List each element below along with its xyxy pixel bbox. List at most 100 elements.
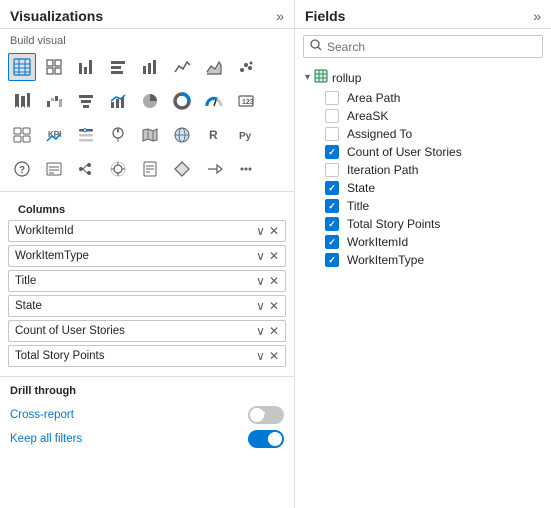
viz-grid-row4: ? [0, 153, 294, 187]
funnel-viz-icon[interactable] [72, 87, 100, 115]
rollup-group-name: rollup [332, 71, 361, 85]
column-item[interactable]: Count of User Stories ∨ ✕ [8, 320, 286, 342]
field-checkbox[interactable] [325, 145, 339, 159]
field-checkbox[interactable] [325, 109, 339, 123]
column-chevron-icon[interactable]: ∨ [256, 274, 265, 288]
field-checkbox[interactable] [325, 235, 339, 249]
column-chevron-icon[interactable]: ∨ [256, 224, 265, 238]
field-item[interactable]: AreaSK [303, 107, 543, 125]
drill-section: Drill through Cross-report Off Keep all … [0, 376, 294, 455]
column-remove-icon[interactable]: ✕ [269, 299, 279, 313]
line-viz-icon[interactable] [168, 53, 196, 81]
decomp-tree-viz-icon[interactable] [72, 155, 100, 183]
field-item[interactable]: Assigned To [303, 125, 543, 143]
combo-viz-icon[interactable] [104, 87, 132, 115]
paginated-report-viz-icon[interactable] [136, 155, 164, 183]
field-item[interactable]: Total Story Points [303, 215, 543, 233]
card-viz-icon[interactable]: 123 [232, 87, 260, 115]
waterfall-viz-icon[interactable] [40, 87, 68, 115]
matrix-viz-icon[interactable] [40, 53, 68, 81]
field-checkbox[interactable] [325, 163, 339, 177]
py-viz-icon[interactable]: Py [232, 121, 260, 149]
field-checkbox[interactable] [325, 217, 339, 231]
column-item[interactable]: WorkItemId ∨ ✕ [8, 220, 286, 242]
column-remove-icon[interactable]: ✕ [269, 324, 279, 338]
field-item[interactable]: Title [303, 197, 543, 215]
field-name: Area Path [347, 91, 400, 105]
keep-all-filters-row: Keep all filters On [10, 427, 284, 451]
search-input[interactable] [327, 40, 536, 54]
column-chevron-icon[interactable]: ∨ [256, 324, 265, 338]
column-chevron-icon[interactable]: ∨ [256, 249, 265, 263]
column-remove-icon[interactable]: ✕ [269, 249, 279, 263]
viz-columns-divider [0, 191, 294, 192]
field-checkbox[interactable] [325, 253, 339, 267]
field-checkbox[interactable] [325, 181, 339, 195]
rollup-chevron-icon: ▾ [305, 72, 310, 83]
kpi-viz-icon[interactable]: KPI [40, 121, 68, 149]
gauge-viz-icon[interactable] [200, 87, 228, 115]
more-viz-icon[interactable] [232, 155, 260, 183]
column-item[interactable]: WorkItemType ∨ ✕ [8, 245, 286, 267]
cross-report-label[interactable]: Cross-report [10, 409, 74, 421]
field-checkbox[interactable] [325, 91, 339, 105]
field-item[interactable]: WorkItemType [303, 251, 543, 269]
pie-viz-icon[interactable] [136, 87, 164, 115]
keep-all-filters-toggle[interactable]: On [248, 430, 284, 448]
field-item[interactable]: Area Path [303, 89, 543, 107]
keep-all-filters-toggle-text: On [268, 434, 281, 444]
fields-list: Area Path AreaSK Assigned To Count of Us… [303, 89, 543, 269]
column-remove-icon[interactable]: ✕ [269, 224, 279, 238]
svg-text:?: ? [19, 165, 25, 176]
filledmap-viz-icon[interactable] [136, 121, 164, 149]
field-checkbox[interactable] [325, 127, 339, 141]
viz-grid-row2: 123 [0, 85, 294, 119]
right-expand-icon[interactable]: » [533, 8, 541, 24]
field-item[interactable]: Count of User Stories [303, 143, 543, 161]
azuremap-viz-icon[interactable] [168, 121, 196, 149]
column-item[interactable]: State ∨ ✕ [8, 295, 286, 317]
bar-chart-viz-icon[interactable] [72, 53, 100, 81]
cross-report-toggle[interactable]: Off [248, 406, 284, 424]
keep-all-filters-label[interactable]: Keep all filters [10, 433, 82, 445]
keyinfluencer-viz-icon[interactable] [104, 155, 132, 183]
r-viz-icon[interactable]: R [200, 121, 228, 149]
build-visual-label: Build visual [0, 29, 294, 51]
stacked-bar-viz-icon[interactable] [104, 53, 132, 81]
column-chevron-icon[interactable]: ∨ [256, 349, 265, 363]
column-viz-icon[interactable] [136, 53, 164, 81]
column-item[interactable]: Total Story Points ∨ ✕ [8, 345, 286, 367]
field-item[interactable]: Iteration Path [303, 161, 543, 179]
area-viz-icon[interactable] [200, 53, 228, 81]
rollup-group-header[interactable]: ▾ rollup [303, 66, 543, 89]
multirow-viz-icon[interactable] [8, 121, 36, 149]
column-item-label: WorkItemId [15, 225, 256, 237]
column-item-label: WorkItemType [15, 250, 256, 262]
search-box[interactable] [303, 35, 543, 58]
map-viz-icon[interactable] [104, 121, 132, 149]
columns-list: WorkItemId ∨ ✕ WorkItemType ∨ ✕ Title ∨ … [8, 220, 286, 367]
viz-grid-row3: KPI [0, 119, 294, 153]
slicer-viz-icon[interactable] [72, 121, 100, 149]
column-item[interactable]: Title ∨ ✕ [8, 270, 286, 292]
field-checkbox[interactable] [325, 199, 339, 213]
donut-viz-icon[interactable] [168, 87, 196, 115]
scatter-viz-icon[interactable] [232, 53, 260, 81]
arrow-viz-icon[interactable] [200, 155, 228, 183]
field-item[interactable]: WorkItemId [303, 233, 543, 251]
smart-narrative-viz-icon[interactable] [40, 155, 68, 183]
ribbon-viz-icon[interactable] [8, 87, 36, 115]
column-chevron-icon[interactable]: ∨ [256, 299, 265, 313]
cross-report-toggle-text: Off [252, 410, 265, 420]
column-remove-icon[interactable]: ✕ [269, 274, 279, 288]
column-remove-icon[interactable]: ✕ [269, 349, 279, 363]
diamond-viz-icon[interactable] [168, 155, 196, 183]
columns-section: Columns WorkItemId ∨ ✕ WorkItemType ∨ ✕ … [0, 196, 294, 374]
field-item[interactable]: State [303, 179, 543, 197]
left-expand-icon[interactable]: » [276, 8, 284, 24]
table-viz-icon[interactable]: Table [8, 53, 36, 81]
drill-title: Drill through [10, 381, 284, 403]
qna-viz-icon[interactable]: ? [8, 155, 36, 183]
search-icon [310, 39, 322, 54]
field-name: Assigned To [347, 127, 412, 141]
